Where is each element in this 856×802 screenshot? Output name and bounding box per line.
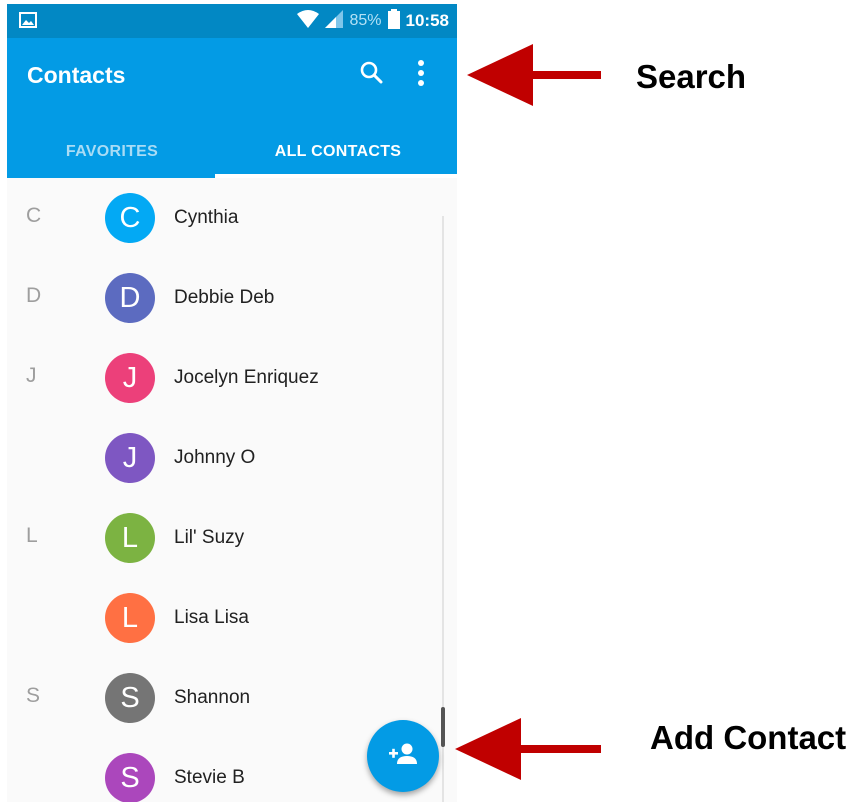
tab-favorites[interactable]: FAVORITES (7, 126, 217, 178)
contact-name: Debbie Deb (174, 287, 275, 308)
section-letter: C (26, 204, 42, 227)
avatar: S (105, 673, 155, 723)
contact-name: Stevie B (174, 767, 245, 788)
contact-name: Shannon (174, 687, 251, 708)
add-contact-arrow (455, 718, 601, 780)
contact-name: Johnny O (174, 447, 256, 468)
contact-row[interactable]: S S Shannon (7, 658, 437, 738)
avatar: J (105, 353, 155, 403)
add-person-icon (387, 742, 419, 771)
contact-row[interactable]: C C Cynthia (7, 178, 437, 258)
signal-icon (325, 9, 344, 33)
tab-all-contacts[interactable]: ALL CONTACTS (219, 126, 457, 178)
avatar: S (105, 753, 155, 802)
search-arrow (467, 44, 601, 106)
status-bar: 85% 10:58 (7, 4, 457, 38)
contact-name: Cynthia (174, 207, 239, 228)
avatar: D (105, 273, 155, 323)
avatar: C (105, 193, 155, 243)
contact-name: Jocelyn Enriquez (174, 367, 319, 388)
phone-screen: 85% 10:58 Contacts FAVORITES ALL CONTACT… (7, 4, 457, 802)
contact-row[interactable]: D D Debbie Deb (7, 258, 437, 338)
search-annotation: Search (636, 58, 747, 95)
avatar: J (105, 433, 155, 483)
contact-row[interactable]: J J Jocelyn Enriquez (7, 338, 437, 418)
avatar: L (105, 593, 155, 643)
add-contact-annotation: Add Contact (650, 719, 847, 756)
battery-icon (387, 8, 400, 34)
avatar: L (105, 513, 155, 563)
image-icon (19, 12, 37, 33)
contact-row[interactable]: L L Lil' Suzy (7, 498, 437, 578)
contact-row[interactable]: J Johnny O (7, 418, 437, 498)
section-letter: L (26, 524, 38, 547)
scrollbar-thumb[interactable] (441, 707, 445, 747)
app-title: Contacts (27, 62, 126, 88)
section-letter: J (26, 364, 37, 387)
section-letter: S (26, 684, 41, 707)
search-icon[interactable] (359, 60, 385, 91)
clock: 10:58 (405, 11, 449, 30)
section-letter: D (26, 284, 42, 307)
contact-name: Lisa Lisa (174, 607, 249, 628)
more-vert-icon[interactable] (413, 58, 429, 93)
contact-name: Lil' Suzy (174, 527, 245, 548)
wifi-icon (297, 9, 320, 33)
contact-row[interactable]: L Lisa Lisa (7, 578, 437, 658)
add-contact-button[interactable] (367, 720, 439, 792)
app-bar: Contacts FAVORITES ALL CONTACTS (7, 38, 457, 178)
battery-percent: 85% (349, 12, 382, 29)
